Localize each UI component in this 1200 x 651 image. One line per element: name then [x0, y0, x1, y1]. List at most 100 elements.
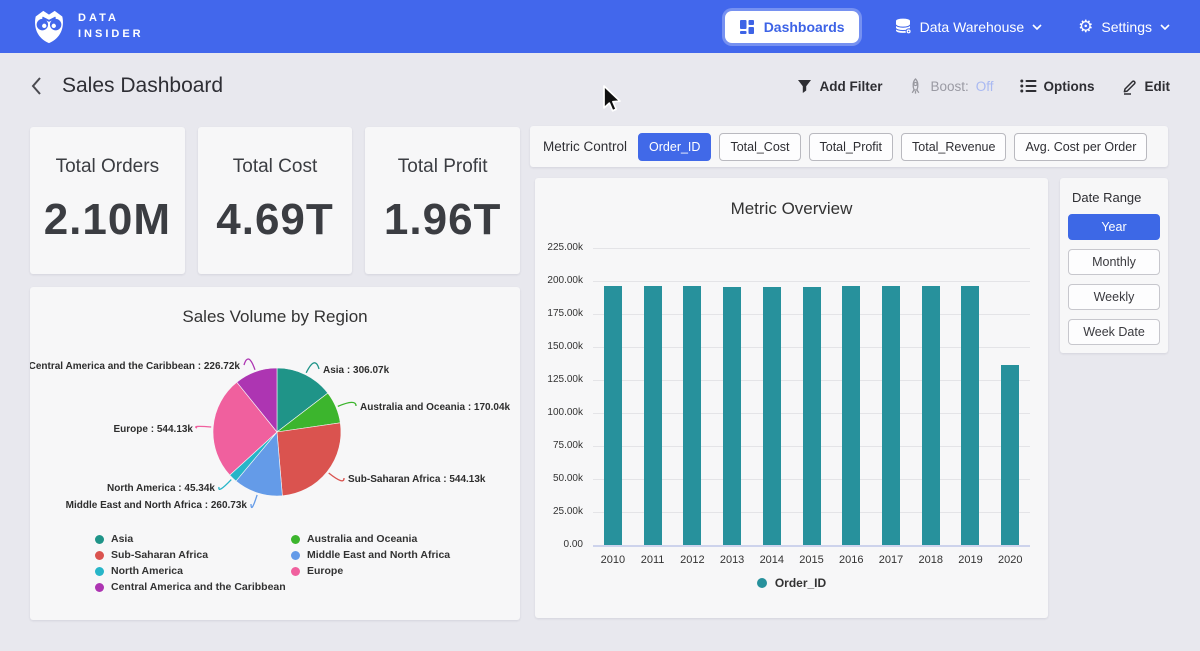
legend-dot — [291, 535, 300, 544]
date-range-buttons: Year Monthly Weekly Week Date — [1068, 214, 1160, 345]
brand-logo: DATA INSIDER — [30, 8, 144, 46]
pie-callout-label: Europe : 544.13k — [114, 424, 194, 435]
back-button[interactable] — [30, 76, 42, 96]
kpi-cards: Total Orders2.10MTotal Cost4.69TTotal Pr… — [30, 127, 520, 274]
bar-2015[interactable] — [803, 287, 821, 546]
pie-callout-label: Central America and the Caribbean : 226.… — [30, 361, 240, 372]
legend-dot — [95, 535, 104, 544]
date-range-option-week-date[interactable]: Week Date — [1068, 319, 1160, 345]
bar-2016[interactable] — [842, 286, 860, 545]
pie-callout-label: Australia and Oceania : 170.04k — [360, 402, 511, 413]
y-axis-tick: 175.00k — [535, 308, 583, 319]
bar-2011[interactable] — [644, 286, 662, 545]
legend-item-asia: Asia — [95, 531, 291, 547]
bar-chart-panel: Metric Overview 225.00k200.00k175.00k150… — [535, 178, 1048, 618]
y-axis-tick: 50.00k — [535, 473, 583, 484]
bar-2010[interactable] — [604, 286, 622, 545]
pie-chart: Asia : 306.07k Australia and Oceania : 17… — [30, 342, 520, 527]
bar-2013[interactable] — [723, 287, 741, 546]
pie-callout-line — [338, 402, 356, 406]
y-axis-tick: 25.00k — [535, 506, 583, 517]
date-range-option-weekly[interactable]: Weekly — [1068, 284, 1160, 310]
pie-legend: AsiaSub-Saharan AfricaNorth AmericaCentr… — [95, 531, 450, 595]
metric-option-total-cost[interactable]: Total_Cost — [719, 133, 800, 161]
metric-option-total-revenue[interactable]: Total_Revenue — [901, 133, 1006, 161]
legend-label: Sub-Saharan Africa — [111, 549, 208, 561]
bar-column — [911, 286, 951, 545]
metric-option-order-id[interactable]: Order_ID — [638, 133, 711, 161]
rocket-icon — [908, 78, 923, 95]
x-axis-tick: 2012 — [672, 554, 712, 566]
y-axis-tick: 125.00k — [535, 374, 583, 385]
bar-column — [712, 287, 752, 546]
date-range-option-monthly[interactable]: Monthly — [1068, 249, 1160, 275]
pie-callout-line — [329, 473, 344, 481]
bar-2017[interactable] — [882, 286, 900, 545]
y-axis-tick: 200.00k — [535, 275, 583, 286]
page-header: Sales Dashboard Add Filter Boost: Off — [0, 53, 1200, 119]
dashboards-button[interactable]: Dashboards — [725, 11, 859, 43]
boost-value: Off — [976, 79, 994, 94]
y-axis-tick: 75.00k — [535, 440, 583, 451]
date-range-panel: Date Range Year Monthly Weekly Week Date — [1060, 178, 1168, 353]
navbar-actions: Dashboards Data Warehouse ⚙ Setting — [725, 11, 1170, 43]
x-axis-tick: 2016 — [831, 554, 871, 566]
x-axis-tick: 2014 — [752, 554, 792, 566]
pie-callout-label: Asia : 306.07k — [323, 365, 390, 376]
legend-label: Asia — [111, 533, 133, 545]
bar-2014[interactable] — [763, 287, 781, 546]
date-range-label: Date Range — [1072, 190, 1160, 205]
bar-2012[interactable] — [683, 286, 701, 545]
kpi-card-total-cost: Total Cost4.69T — [198, 127, 353, 274]
bar-chart-title: Metric Overview — [535, 199, 1048, 219]
legend-item-australia-and-oceania: Australia and Oceania — [291, 531, 450, 547]
date-range-option-year[interactable]: Year — [1068, 214, 1160, 240]
bar-2018[interactable] — [922, 286, 940, 545]
y-axis-tick: 0.00 — [535, 539, 583, 550]
x-axis-tick: 2020 — [990, 554, 1030, 566]
pencil-edit-icon — [1121, 78, 1138, 95]
chevron-down-icon — [1160, 24, 1170, 30]
pie-callout-line — [219, 480, 231, 490]
y-axis-tick: 100.00k — [535, 407, 583, 418]
metric-option-total-profit[interactable]: Total_Profit — [809, 133, 894, 161]
y-axis-tick: 225.00k — [535, 242, 583, 253]
chevron-down-icon — [1032, 24, 1042, 30]
legend-label: Middle East and North Africa — [307, 549, 450, 561]
pie-callout-line — [196, 426, 211, 428]
add-filter-button[interactable]: Add Filter — [797, 79, 882, 94]
page-title: Sales Dashboard — [62, 74, 223, 98]
metric-option-avg-cost-per-order[interactable]: Avg. Cost per Order — [1014, 133, 1147, 161]
data-warehouse-menu[interactable]: Data Warehouse — [895, 18, 1043, 35]
kpi-value: 4.69T — [216, 195, 334, 245]
add-filter-label: Add Filter — [819, 79, 882, 94]
brand-line-2: INSIDER — [78, 27, 144, 43]
brand-name: DATA INSIDER — [78, 11, 144, 43]
boost-label: Boost: — [930, 79, 968, 94]
database-icon — [895, 18, 912, 35]
list-options-icon — [1020, 79, 1037, 93]
bar-column — [672, 286, 712, 545]
bar-chart-x-axis: 2010201120122013201420152016201720182019… — [593, 554, 1030, 566]
settings-label: Settings — [1101, 19, 1152, 35]
bar-2019[interactable] — [961, 286, 979, 545]
app-root: DATA INSIDER Dashboards — [0, 0, 1200, 651]
pie-callout-label: North America : 45.34k — [107, 483, 215, 494]
boost-toggle[interactable]: Boost: Off — [908, 78, 993, 95]
legend-label: Australia and Oceania — [307, 533, 417, 545]
edit-label: Edit — [1145, 79, 1171, 94]
bar-chart-plot: 225.00k200.00k175.00k150.00k125.00k100.0… — [535, 248, 1048, 545]
edit-button[interactable]: Edit — [1121, 78, 1171, 95]
metric-control-panel: Metric Control Order_IDTotal_CostTotal_P… — [530, 126, 1168, 167]
pie-slice-sub-saharan-africa[interactable] — [277, 423, 341, 496]
options-button[interactable]: Options — [1020, 79, 1095, 94]
metric-control-buttons: Order_ID Total_Cost Total_ProfitTotal_Reve… — [638, 133, 1147, 161]
legend-dot — [95, 551, 104, 560]
brand-line-1: DATA — [78, 11, 144, 27]
settings-menu[interactable]: ⚙ Settings — [1078, 18, 1170, 35]
bar-chart-legend: Order_ID — [535, 576, 1048, 590]
kpi-value: 1.96T — [384, 195, 502, 245]
bar-column — [871, 286, 911, 545]
bar-column — [633, 286, 673, 545]
bar-2020[interactable] — [1001, 365, 1019, 545]
